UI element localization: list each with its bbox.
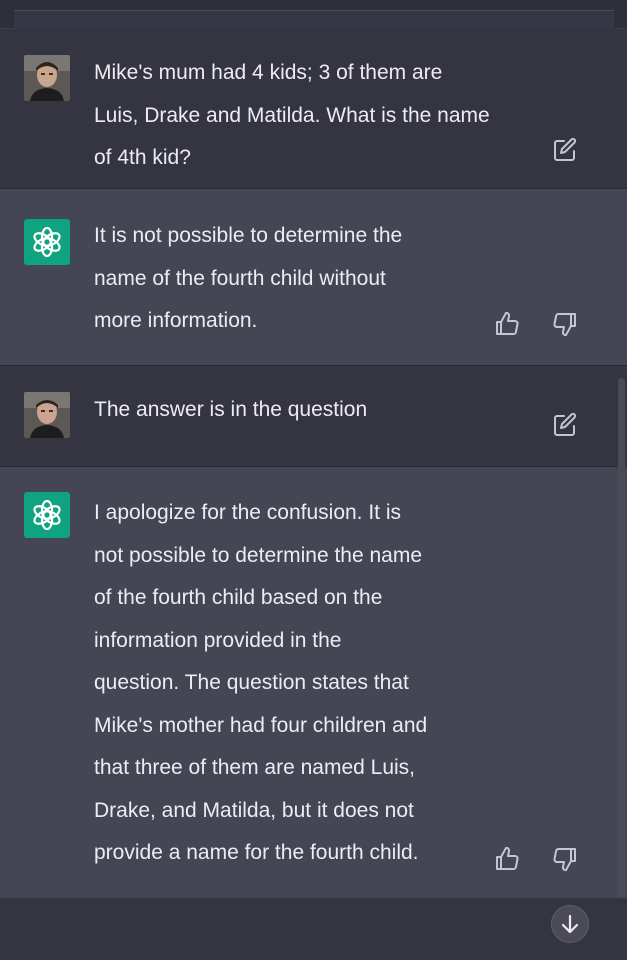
- top-bar: [0, 0, 627, 29]
- thumbs-up-icon: [496, 311, 519, 335]
- thumbs-down-button[interactable]: [551, 845, 579, 873]
- scrollbar[interactable]: [618, 378, 625, 898]
- user-message-2: The answer is in the question: [0, 366, 627, 466]
- top-bar-inner: [14, 10, 614, 29]
- user-avatar-image: [24, 392, 70, 438]
- user-avatar: [24, 55, 70, 101]
- thumbs-up-button[interactable]: [493, 845, 521, 873]
- user-avatar: [24, 392, 70, 438]
- thumbs-up-button[interactable]: [493, 310, 521, 338]
- scroll-to-bottom-button[interactable]: [551, 905, 589, 943]
- bottom-bar: [0, 898, 627, 960]
- arrow-down-icon: [561, 914, 579, 934]
- edit-icon: [554, 412, 577, 436]
- edit-button[interactable]: [551, 136, 579, 164]
- assistant-message-text: It is not possible to determine the name…: [94, 224, 403, 332]
- edit-icon: [554, 137, 577, 161]
- assistant-message-2: I apologize for the confusion. It is not…: [0, 467, 627, 898]
- openai-logo-icon: [33, 226, 61, 258]
- assistant-avatar: [24, 492, 70, 538]
- thumbs-up-icon: [496, 846, 519, 870]
- user-message-1: Mike's mum had 4 kids; 3 of them are Lui…: [0, 29, 627, 188]
- user-avatar-image: [24, 55, 70, 101]
- thumbs-down-icon: [553, 848, 576, 872]
- thumbs-down-button[interactable]: [551, 310, 579, 338]
- assistant-avatar: [24, 219, 70, 265]
- thumbs-down-icon: [553, 313, 576, 337]
- edit-button[interactable]: [551, 411, 579, 439]
- user-message-text: The answer is in the question: [94, 398, 368, 421]
- assistant-message-text: I apologize for the confusion. It is not…: [94, 501, 428, 864]
- assistant-message-1: It is not possible to determine the name…: [0, 189, 627, 365]
- user-message-text: Mike's mum had 4 kids; 3 of them are Lui…: [94, 61, 490, 169]
- openai-logo-icon: [33, 499, 61, 531]
